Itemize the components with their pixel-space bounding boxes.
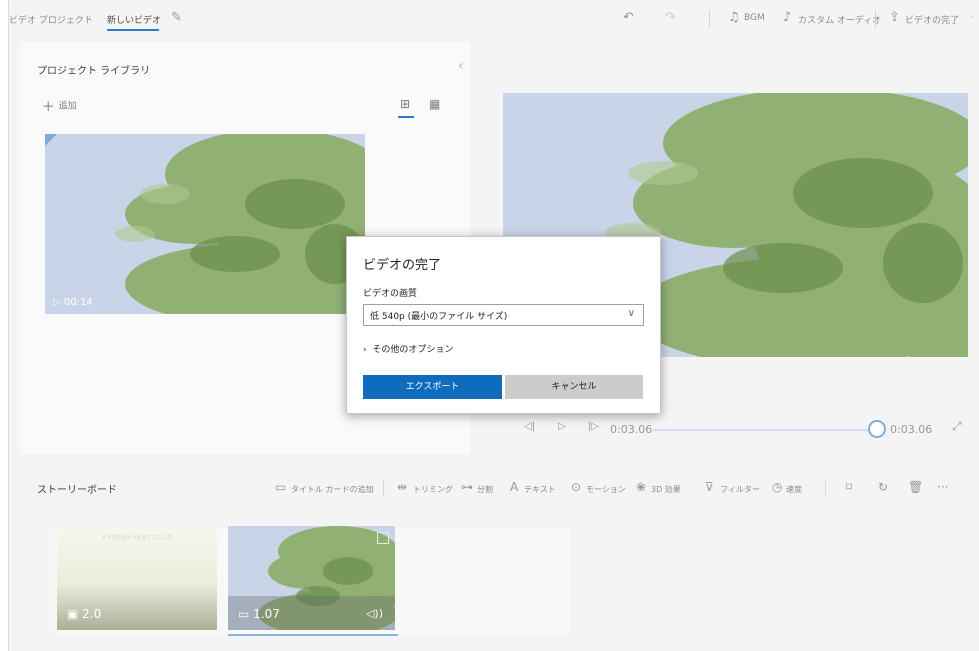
- quality-label: ビデオの画質: [363, 289, 418, 299]
- more-options-label: その他のオプション: [372, 345, 454, 355]
- quality-value: 低 540p (最小のファイル サイズ): [370, 312, 508, 322]
- finish-video-dialog: ビデオの完了 ビデオの画質 低 540p (最小のファイル サイズ) ∨ › そ…: [346, 236, 661, 414]
- cancel-button[interactable]: キャンセル: [505, 375, 643, 399]
- chevron-down-icon: ∨: [627, 308, 635, 319]
- quality-dropdown[interactable]: 低 540p (最小のファイル サイズ) ∨: [363, 304, 644, 326]
- export-button[interactable]: エクスポート: [363, 375, 502, 399]
- chevron-right-icon: ›: [363, 345, 367, 355]
- more-options-toggle[interactable]: › その他のオプション: [363, 342, 453, 355]
- dialog-title: ビデオの完了: [363, 258, 442, 273]
